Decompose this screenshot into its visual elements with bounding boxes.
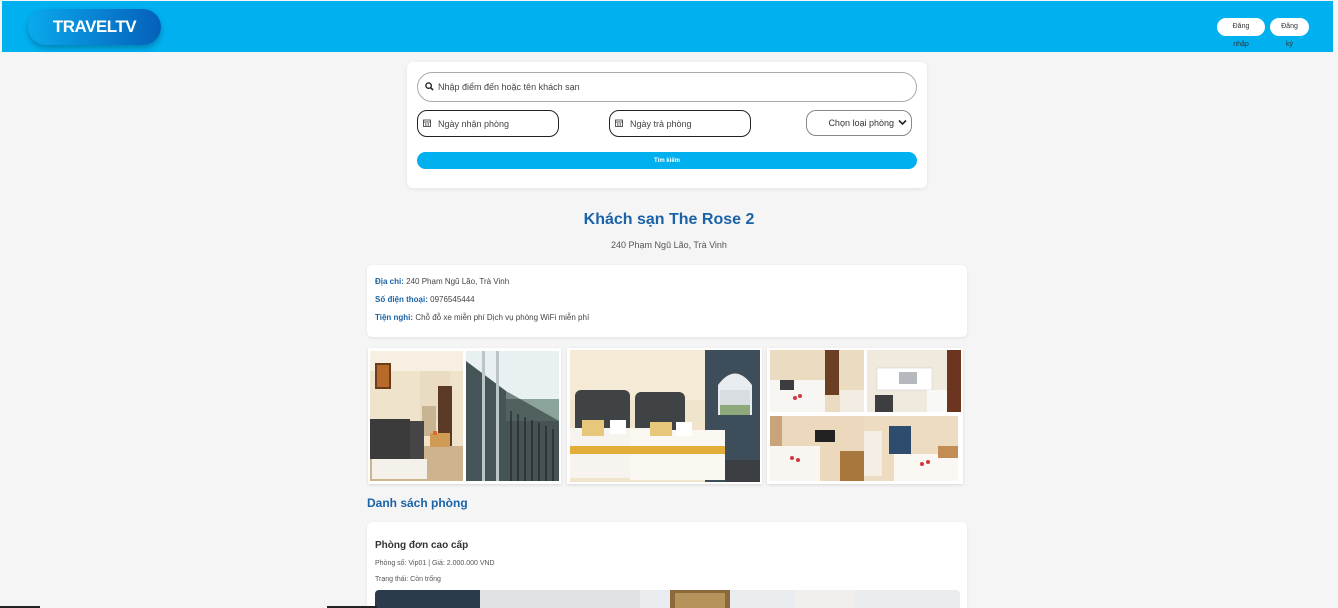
checkin-placeholder: Ngày nhận phòng bbox=[438, 118, 510, 129]
calendar-icon bbox=[423, 119, 431, 129]
bedroom-photo-3 bbox=[864, 416, 958, 481]
room-name: Phòng đơn cao cấp bbox=[375, 540, 469, 551]
hotel-address-subtitle: 240 Phạm Ngũ Lão, Trà Vinh bbox=[611, 240, 727, 250]
amenities-value: Chỗ đỗ xe miễn phí Dịch vụ phòng WiFi mi… bbox=[415, 313, 590, 322]
checkin-date-field[interactable]: Ngày nhận phòng bbox=[417, 110, 559, 137]
hotel-info-card: Địa chỉ: 240 Phạm Ngũ Lão, Trà Vinh Số đ… bbox=[367, 265, 967, 337]
room-number-price: Phòng số: Vip01 | Giá: 2.000.000 VND bbox=[375, 560, 495, 567]
register-button[interactable]: Đăng ký bbox=[1270, 18, 1309, 48]
amenities-label: Tiện nghi: bbox=[375, 313, 414, 322]
destination-field[interactable] bbox=[417, 72, 917, 102]
chevron-down-icon bbox=[898, 118, 907, 129]
destination-input[interactable] bbox=[438, 82, 898, 92]
kitchen-photo bbox=[867, 350, 961, 412]
address-label: Địa chỉ: bbox=[375, 277, 404, 286]
search-icon bbox=[425, 81, 434, 93]
logo[interactable]: TRAVELTV bbox=[28, 9, 161, 45]
checkout-placeholder: Ngày trả phòng bbox=[630, 118, 692, 129]
room-card[interactable]: Phòng đơn cao cấp Phòng số: Vip01 | Giá:… bbox=[367, 522, 967, 608]
hotel-name: Khách sạn The Rose 2 bbox=[583, 211, 755, 228]
room-type-value: Chọn loại phòng bbox=[828, 118, 894, 128]
search-button[interactable]: Tìm kiếm bbox=[417, 152, 917, 169]
balcony-photo bbox=[466, 351, 559, 481]
room-type-select[interactable]: Chọn loại phòng bbox=[806, 110, 912, 136]
bedroom-photo-1 bbox=[770, 350, 864, 412]
address-value: 240 Phạm Ngũ Lão, Trà Vinh bbox=[406, 277, 510, 286]
phone-label: Số điện thoại: bbox=[375, 295, 428, 304]
calendar-icon bbox=[615, 119, 623, 129]
amenities-row: Tiện nghi: Chỗ đỗ xe miễn phí Dịch vụ ph… bbox=[375, 313, 959, 331]
search-panel: Ngày nhận phòng Ngày trả phòng Chọn loại… bbox=[407, 62, 927, 188]
living-room-photo bbox=[370, 351, 463, 481]
top-header: TRAVELTV Đăng nhập Đăng ký bbox=[2, 1, 1333, 52]
phone-value: 0976545444 bbox=[430, 295, 475, 304]
gallery-tile-1[interactable] bbox=[368, 348, 561, 484]
login-button[interactable]: Đăng nhập bbox=[1217, 18, 1265, 48]
twin-bedroom-photo bbox=[570, 350, 760, 482]
gallery-tile-3[interactable] bbox=[767, 348, 963, 484]
room-photo bbox=[375, 590, 960, 608]
bedroom-photo-2 bbox=[770, 416, 864, 481]
gallery-tile-2[interactable] bbox=[567, 348, 762, 484]
rooms-heading: Danh sách phòng bbox=[367, 496, 468, 510]
checkout-date-field[interactable]: Ngày trả phòng bbox=[609, 110, 751, 137]
room-status: Trạng thái: Còn trống bbox=[375, 576, 441, 583]
address-row: Địa chỉ: 240 Phạm Ngũ Lão, Trà Vinh bbox=[375, 277, 959, 295]
phone-row: Số điện thoại: 0976545444 bbox=[375, 295, 959, 313]
